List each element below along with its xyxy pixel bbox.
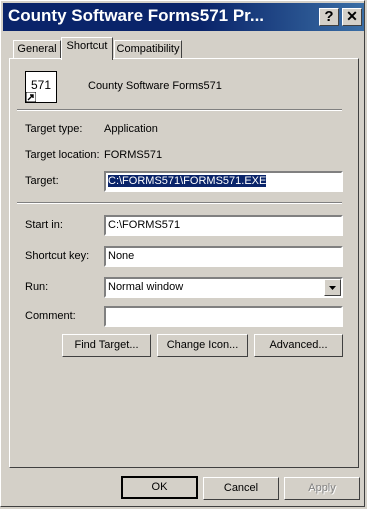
- app-icon: 571: [25, 71, 57, 103]
- target-type-value: Application: [104, 123, 158, 135]
- tab-compatibility[interactable]: Compatibility: [114, 40, 182, 59]
- properties-window: County Software Forms571 Pr... ? ✕ Gener…: [0, 0, 365, 507]
- separator: [17, 202, 342, 204]
- ok-button[interactable]: OK: [121, 476, 198, 499]
- apply-button[interactable]: Apply: [284, 477, 360, 500]
- find-target-button[interactable]: Find Target...: [62, 334, 151, 357]
- app-name: County Software Forms571: [88, 80, 222, 92]
- tab-general[interactable]: General: [13, 40, 61, 59]
- target-location-value: FORMS571: [104, 149, 163, 161]
- cancel-button[interactable]: Cancel: [203, 477, 279, 500]
- comment-label: Comment:: [25, 310, 76, 322]
- chevron-down-icon[interactable]: [324, 279, 341, 296]
- shortcut-arrow-icon: [26, 92, 36, 102]
- shortcut-key-input[interactable]: None: [104, 246, 343, 267]
- advanced-button[interactable]: Advanced...: [254, 334, 343, 357]
- target-location-label: Target location:: [25, 149, 100, 161]
- title-bar[interactable]: County Software Forms571 Pr... ? ✕: [3, 3, 364, 31]
- target-label: Target:: [25, 175, 59, 187]
- comment-input[interactable]: [104, 306, 343, 327]
- close-button[interactable]: ✕: [342, 8, 362, 26]
- help-button[interactable]: ?: [319, 8, 339, 26]
- target-type-label: Target type:: [25, 123, 83, 135]
- run-select-value: Normal window: [108, 281, 184, 293]
- run-label: Run:: [25, 281, 49, 293]
- tab-shortcut[interactable]: Shortcut: [61, 37, 113, 60]
- target-input[interactable]: C:\FORMS571\FORMS571.EXE: [104, 171, 343, 192]
- shortcut-key-label: Shortcut key:: [25, 250, 90, 262]
- separator: [17, 109, 342, 111]
- change-icon-button[interactable]: Change Icon...: [157, 334, 248, 357]
- run-select[interactable]: Normal window: [104, 277, 343, 298]
- start-in-label: Start in:: [25, 219, 63, 231]
- app-icon-label: 571: [31, 78, 52, 92]
- window-title: County Software Forms571 Pr...: [8, 6, 265, 25]
- start-in-input[interactable]: C:\FORMS571: [104, 215, 343, 236]
- target-input-value: C:\FORMS571\FORMS571.EXE: [106, 174, 268, 188]
